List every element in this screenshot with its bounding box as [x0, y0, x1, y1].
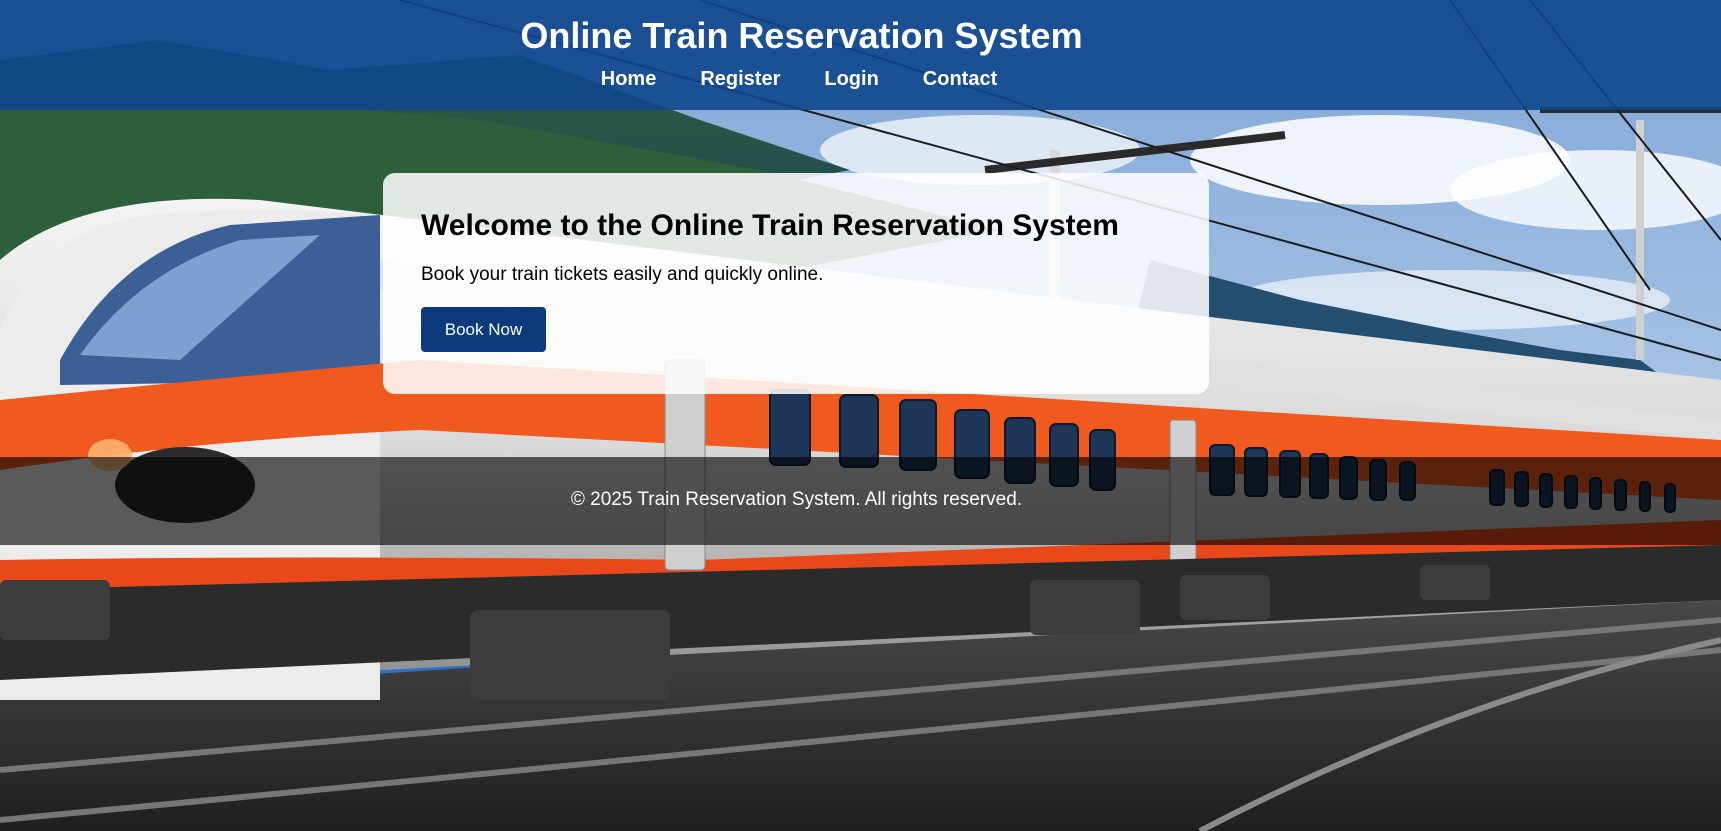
nav-link-home[interactable]: Home: [601, 66, 657, 92]
book-now-button[interactable]: Book Now: [421, 307, 546, 352]
welcome-card: Welcome to the Online Train Reservation …: [383, 173, 1209, 394]
copyright-text: © 2025 Train Reservation System. All rig…: [570, 489, 1023, 510]
site-title: Online Train Reservation System: [520, 15, 1083, 56]
site-footer: © 2025 Train Reservation System. All rig…: [0, 457, 1721, 545]
site-header: Online Train Reservation System Home Reg…: [0, 0, 1721, 110]
welcome-heading: Welcome to the Online Train Reservation …: [421, 209, 1119, 242]
nav-link-login[interactable]: Login: [824, 66, 878, 92]
nav-link-register[interactable]: Register: [700, 66, 780, 92]
welcome-description: Book your train tickets easily and quick…: [421, 264, 824, 285]
nav-link-contact[interactable]: Contact: [923, 66, 997, 92]
main-nav: Home Register Login Contact: [0, 66, 1721, 92]
background-train-image: [0, 0, 1721, 831]
